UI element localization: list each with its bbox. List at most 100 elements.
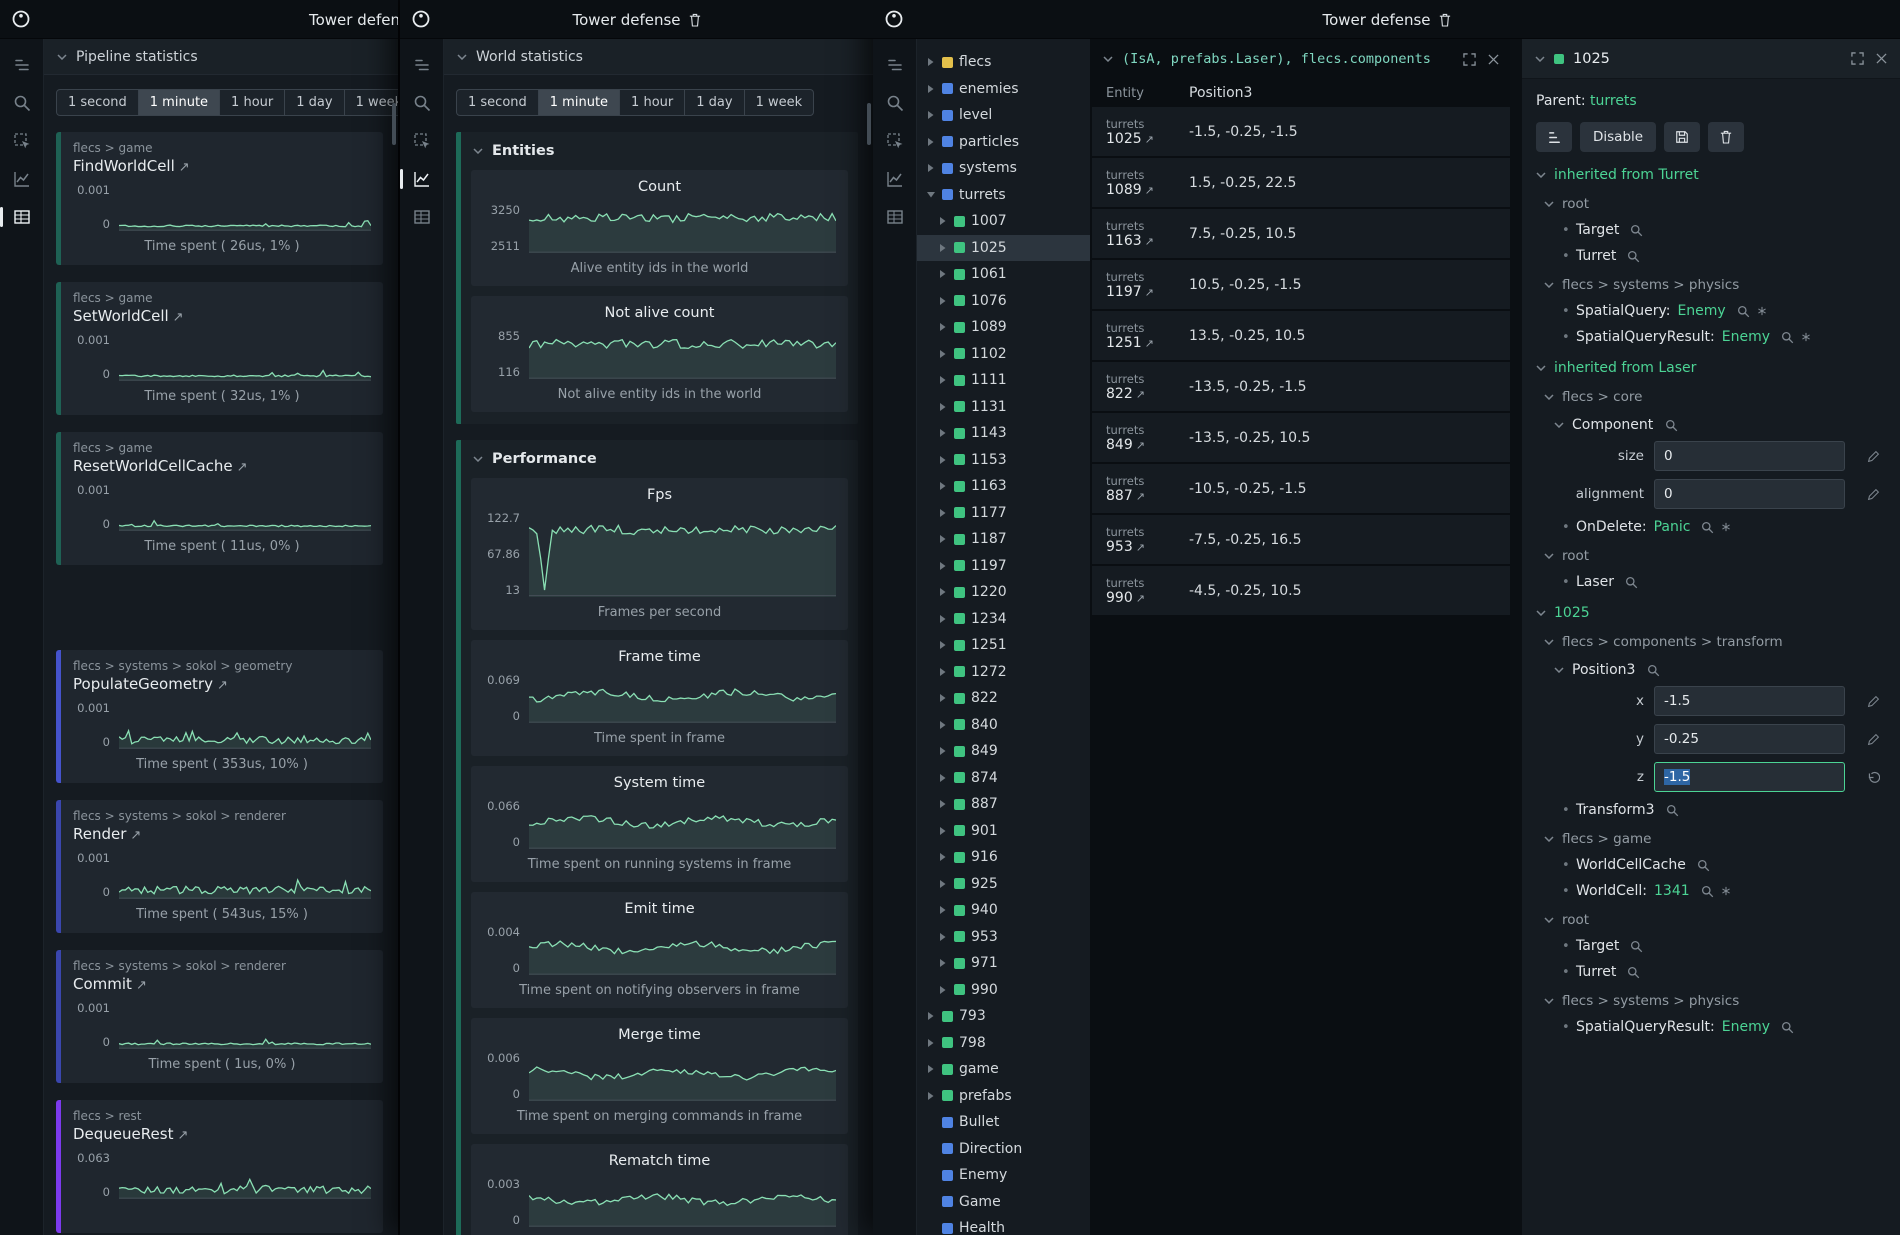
component-expanded[interactable]: Position3: [1554, 662, 1886, 678]
chevron-down-icon[interactable]: [1544, 917, 1554, 923]
tree-item[interactable]: 887: [917, 791, 1090, 818]
time-range-button[interactable]: 1 minute: [138, 89, 220, 116]
search-icon[interactable]: [1781, 1021, 1794, 1034]
chevron-collapsed-icon[interactable]: [939, 986, 948, 994]
chevron-collapsed-icon[interactable]: [939, 668, 948, 676]
close-icon[interactable]: [1488, 54, 1499, 65]
chevron-collapsed-icon[interactable]: [939, 509, 948, 517]
flecs-logo-icon[interactable]: [884, 9, 904, 29]
tree-item[interactable]: Game: [917, 1189, 1090, 1216]
inspector-path-header[interactable]: flecs > systems > physics: [1544, 277, 1886, 293]
entity-id-link[interactable]: 1251↗: [1106, 335, 1189, 351]
chevron-collapsed-icon[interactable]: [939, 588, 948, 596]
rail-select-box-button[interactable]: [406, 125, 438, 157]
expand-icon[interactable]: [1851, 52, 1864, 65]
close-icon[interactable]: [1876, 53, 1887, 64]
rail-outline-button[interactable]: [879, 49, 911, 81]
chevron-collapsed-icon[interactable]: [939, 880, 948, 888]
entity-id-link[interactable]: 822↗: [1106, 386, 1189, 402]
time-range-button[interactable]: 1 week: [344, 89, 398, 116]
world-stats-panel-header[interactable]: World statistics: [444, 39, 873, 75]
inspector-path-header[interactable]: root: [1544, 912, 1886, 928]
chevron-down-icon[interactable]: [1554, 667, 1564, 673]
tree-item[interactable]: prefabs: [917, 1083, 1090, 1110]
search-icon[interactable]: [1630, 940, 1643, 953]
search-icon[interactable]: [1666, 804, 1679, 817]
tree-item[interactable]: flecs: [917, 49, 1090, 76]
time-range-button[interactable]: 1 hour: [219, 89, 285, 116]
entity-id-link[interactable]: 1197↗: [1106, 284, 1189, 300]
time-range-button[interactable]: 1 second: [456, 89, 539, 116]
stats-section-header[interactable]: Performance: [473, 451, 846, 467]
flecs-logo-icon[interactable]: [411, 9, 431, 29]
query-result-row[interactable]: turrets887↗-10.5, -0.25, -1.5: [1092, 464, 1510, 513]
field-input[interactable]: -0.25: [1654, 724, 1845, 754]
tree-item[interactable]: 940: [917, 897, 1090, 924]
entity-id-link[interactable]: 953↗: [1106, 539, 1189, 555]
tree-item[interactable]: 1220: [917, 579, 1090, 606]
stat-name-link[interactable]: PopulateGeometry↗: [73, 675, 371, 693]
tree-item[interactable]: 1102: [917, 341, 1090, 368]
stat-name-link[interactable]: Render↗: [73, 825, 371, 843]
component-item[interactable]: •Turret: [1562, 248, 1886, 264]
query-result-row[interactable]: turrets1089↗1.5, -0.25, 22.5: [1092, 158, 1510, 207]
asterisk-icon[interactable]: [1721, 886, 1731, 896]
expand-icon[interactable]: [1463, 53, 1476, 66]
inspector-path-header[interactable]: flecs > components > transform: [1544, 634, 1886, 650]
tree-item[interactable]: particles: [917, 129, 1090, 156]
component-item[interactable]: •WorldCellCache: [1562, 857, 1886, 873]
disable-button[interactable]: Disable: [1580, 122, 1656, 152]
query-result-row[interactable]: turrets1197↗10.5, -0.25, -1.5: [1092, 260, 1510, 309]
component-item[interactable]: •WorldCell:1341: [1562, 883, 1886, 899]
chevron-down-icon[interactable]: [473, 148, 483, 154]
chevron-down-icon[interactable]: [1103, 56, 1113, 62]
scrollbar[interactable]: [392, 103, 396, 145]
chevron-collapsed-icon[interactable]: [939, 482, 948, 490]
chevron-collapsed-icon[interactable]: [939, 615, 948, 623]
chevron-collapsed-icon[interactable]: [927, 164, 936, 172]
chevron-collapsed-icon[interactable]: [939, 456, 948, 464]
chevron-down-icon[interactable]: [1544, 553, 1554, 559]
tree-item[interactable]: 1187: [917, 526, 1090, 553]
rail-outline-button[interactable]: [406, 49, 438, 81]
rail-select-box-button[interactable]: [879, 125, 911, 157]
query-result-row[interactable]: turrets1251↗13.5, -0.25, 10.5: [1092, 311, 1510, 360]
tree-item[interactable]: 849: [917, 738, 1090, 765]
stat-name-link[interactable]: SetWorldCell↗: [73, 307, 371, 325]
chevron-collapsed-icon[interactable]: [939, 403, 948, 411]
search-icon[interactable]: [1627, 966, 1640, 979]
entity-id-link[interactable]: 1025↗: [1106, 131, 1189, 147]
inspector-section-header[interactable]: inherited from Laser: [1536, 360, 1886, 376]
stat-name-link[interactable]: Commit↗: [73, 975, 371, 993]
chevron-collapsed-icon[interactable]: [939, 641, 948, 649]
tree-item[interactable]: 874: [917, 765, 1090, 792]
tree-item[interactable]: 990: [917, 977, 1090, 1004]
chevron-down-icon[interactable]: [1535, 56, 1545, 62]
tree-item[interactable]: Health: [917, 1215, 1090, 1235]
entity-id-link[interactable]: 1163↗: [1106, 233, 1189, 249]
tree-item[interactable]: 1153: [917, 447, 1090, 474]
tree-item[interactable]: 1089: [917, 314, 1090, 341]
query-result-row[interactable]: turrets1163↗7.5, -0.25, 10.5: [1092, 209, 1510, 258]
tree-view-button[interactable]: [1536, 122, 1572, 152]
tree-item[interactable]: 1076: [917, 288, 1090, 315]
edit-icon[interactable]: [1867, 450, 1880, 463]
chevron-down-icon[interactable]: [1544, 998, 1554, 1004]
component-value[interactable]: Enemy: [1677, 303, 1725, 319]
tree-item[interactable]: 971: [917, 950, 1090, 977]
inspector-path-header[interactable]: flecs > game: [1544, 831, 1886, 847]
chevron-down-icon[interactable]: [1536, 172, 1546, 178]
chevron-collapsed-icon[interactable]: [927, 1065, 936, 1073]
edit-icon[interactable]: [1867, 733, 1880, 746]
query-result-row[interactable]: turrets990↗-4.5, -0.25, 10.5: [1092, 566, 1510, 615]
chevron-collapsed-icon[interactable]: [939, 350, 948, 358]
rail-search-button[interactable]: [879, 87, 911, 119]
tree-item[interactable]: 798: [917, 1030, 1090, 1057]
tree-item[interactable]: 1143: [917, 420, 1090, 447]
search-icon[interactable]: [1701, 885, 1714, 898]
chevron-down-icon[interactable]: [1544, 282, 1554, 288]
chevron-collapsed-icon[interactable]: [927, 111, 936, 119]
field-input[interactable]: -1.5: [1654, 686, 1845, 716]
time-range-button[interactable]: 1 minute: [538, 89, 620, 116]
inspector-section-header[interactable]: 1025: [1536, 605, 1886, 621]
